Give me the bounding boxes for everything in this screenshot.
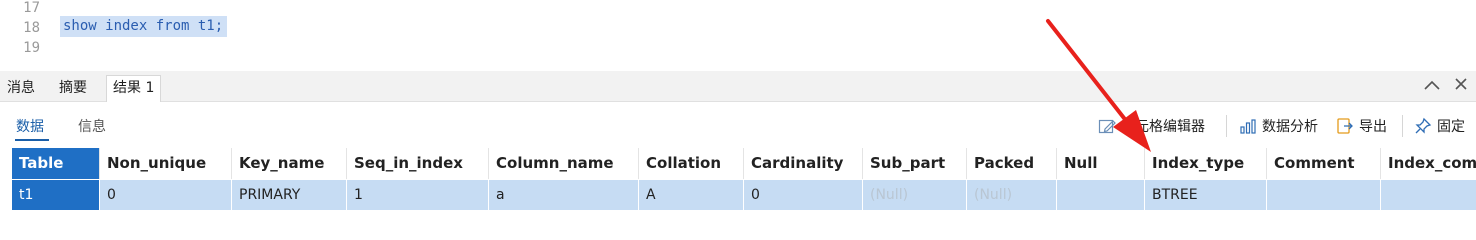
cell-packed[interactable]: (Null): [967, 180, 1057, 210]
column-header-key-name[interactable]: Key_name: [232, 148, 347, 179]
line-number: 18: [23, 20, 40, 36]
column-header-index-comment[interactable]: Index_com: [1381, 148, 1476, 179]
column-header-table[interactable]: Table: [12, 148, 100, 179]
cell-column-name[interactable]: a: [489, 180, 639, 210]
export-button[interactable]: 导出: [1336, 115, 1387, 137]
line-number: 19: [23, 40, 40, 56]
column-header-cardinality[interactable]: Cardinality: [744, 148, 863, 179]
data-analysis-label: 数据分析: [1262, 119, 1318, 135]
collapse-up-icon[interactable]: [1422, 76, 1442, 96]
edit-cell-icon: [1098, 117, 1116, 135]
code-line[interactable]: show index from t1;: [60, 16, 228, 37]
line-number-gutter: 17 18 19: [0, 0, 48, 71]
pin-label: 固定: [1437, 119, 1465, 135]
cell-comment[interactable]: [1267, 180, 1381, 210]
cell-seq-in-index[interactable]: 1: [347, 180, 489, 210]
active-subtab-indicator: [15, 139, 49, 141]
close-icon[interactable]: [1451, 76, 1471, 96]
column-header-collation[interactable]: Collation: [639, 148, 744, 179]
table-row[interactable]: t1 0 PRIMARY 1 a A 0 (Null) (Null) BTREE: [12, 180, 1476, 210]
column-header-sub-part[interactable]: Sub_part: [863, 148, 967, 179]
pin-icon: [1414, 117, 1432, 135]
cell-editor-button[interactable]: 单元格编辑器: [1098, 115, 1205, 137]
cell-index-comment[interactable]: [1381, 180, 1476, 210]
export-icon: [1336, 117, 1354, 135]
export-label: 导出: [1359, 119, 1387, 135]
cell-index-type[interactable]: BTREE: [1145, 180, 1267, 210]
line-number: 17: [23, 0, 40, 16]
tab-summary[interactable]: 摘要: [53, 76, 93, 101]
subtab-info[interactable]: 信息: [78, 116, 106, 136]
cell-non-unique[interactable]: 0: [100, 180, 232, 210]
column-header-column-name[interactable]: Column_name: [489, 148, 639, 179]
cell-sub-part[interactable]: (Null): [863, 180, 967, 210]
column-header-packed[interactable]: Packed: [967, 148, 1057, 179]
cell-cardinality[interactable]: 0: [744, 180, 863, 210]
cell-table[interactable]: t1: [12, 180, 100, 210]
tab-messages[interactable]: 消息: [1, 76, 41, 101]
data-analysis-button[interactable]: 数据分析: [1239, 115, 1318, 137]
column-header-comment[interactable]: Comment: [1267, 148, 1381, 179]
result-subtoolbar: 数据 信息 单元格编辑器 数据分析 导出 固定: [0, 102, 1476, 148]
column-header-index-type[interactable]: Index_type: [1145, 148, 1267, 179]
toolbar-divider: [1226, 115, 1227, 137]
sql-editor[interactable]: 17 18 19 show index from t1;: [0, 0, 1476, 71]
cell-collation[interactable]: A: [639, 180, 744, 210]
cell-null[interactable]: [1057, 180, 1145, 210]
column-header-seq-in-index[interactable]: Seq_in_index: [347, 148, 489, 179]
tab-result-1[interactable]: 结果 1: [106, 75, 162, 103]
cell-editor-label: 单元格编辑器: [1121, 119, 1205, 135]
data-analysis-icon: [1239, 117, 1257, 135]
column-header-non-unique[interactable]: Non_unique: [100, 148, 232, 179]
grid-row-gutter: [0, 148, 12, 210]
pin-button[interactable]: 固定: [1414, 115, 1465, 137]
selected-sql-text[interactable]: show index from t1;: [60, 16, 228, 37]
toolbar-divider: [1402, 115, 1403, 137]
cell-key-name[interactable]: PRIMARY: [232, 180, 347, 210]
column-header-null[interactable]: Null: [1057, 148, 1145, 179]
result-tab-strip: 消息 摘要 结果 1: [0, 71, 1476, 103]
subtab-data[interactable]: 数据: [16, 116, 44, 136]
